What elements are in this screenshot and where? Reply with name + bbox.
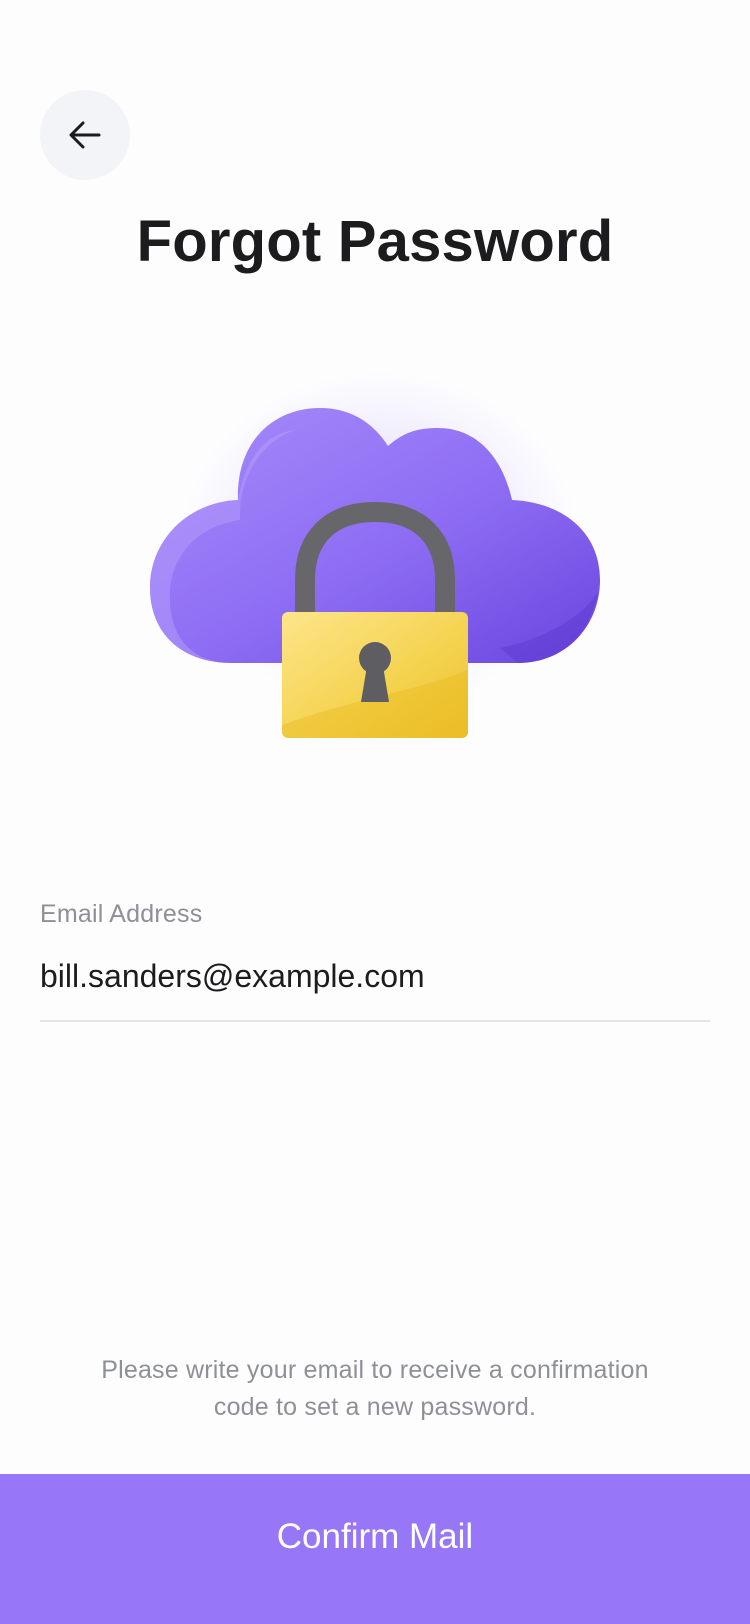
confirm-mail-button[interactable]: Confirm Mail — [0, 1474, 750, 1624]
email-label: Email Address — [40, 900, 203, 928]
page-title: Forgot Password — [136, 209, 614, 274]
arrow-left-icon — [65, 115, 105, 155]
help-text: Please write your email to receive a con… — [101, 1356, 649, 1421]
email-field[interactable] — [40, 950, 710, 1022]
cloud-lock-illustration — [120, 330, 630, 770]
back-button[interactable] — [40, 90, 130, 180]
cloud-lock-graphic — [150, 408, 600, 738]
forgot-password-screen: Forgot Password Email Address bill.sande… — [0, 0, 750, 1624]
